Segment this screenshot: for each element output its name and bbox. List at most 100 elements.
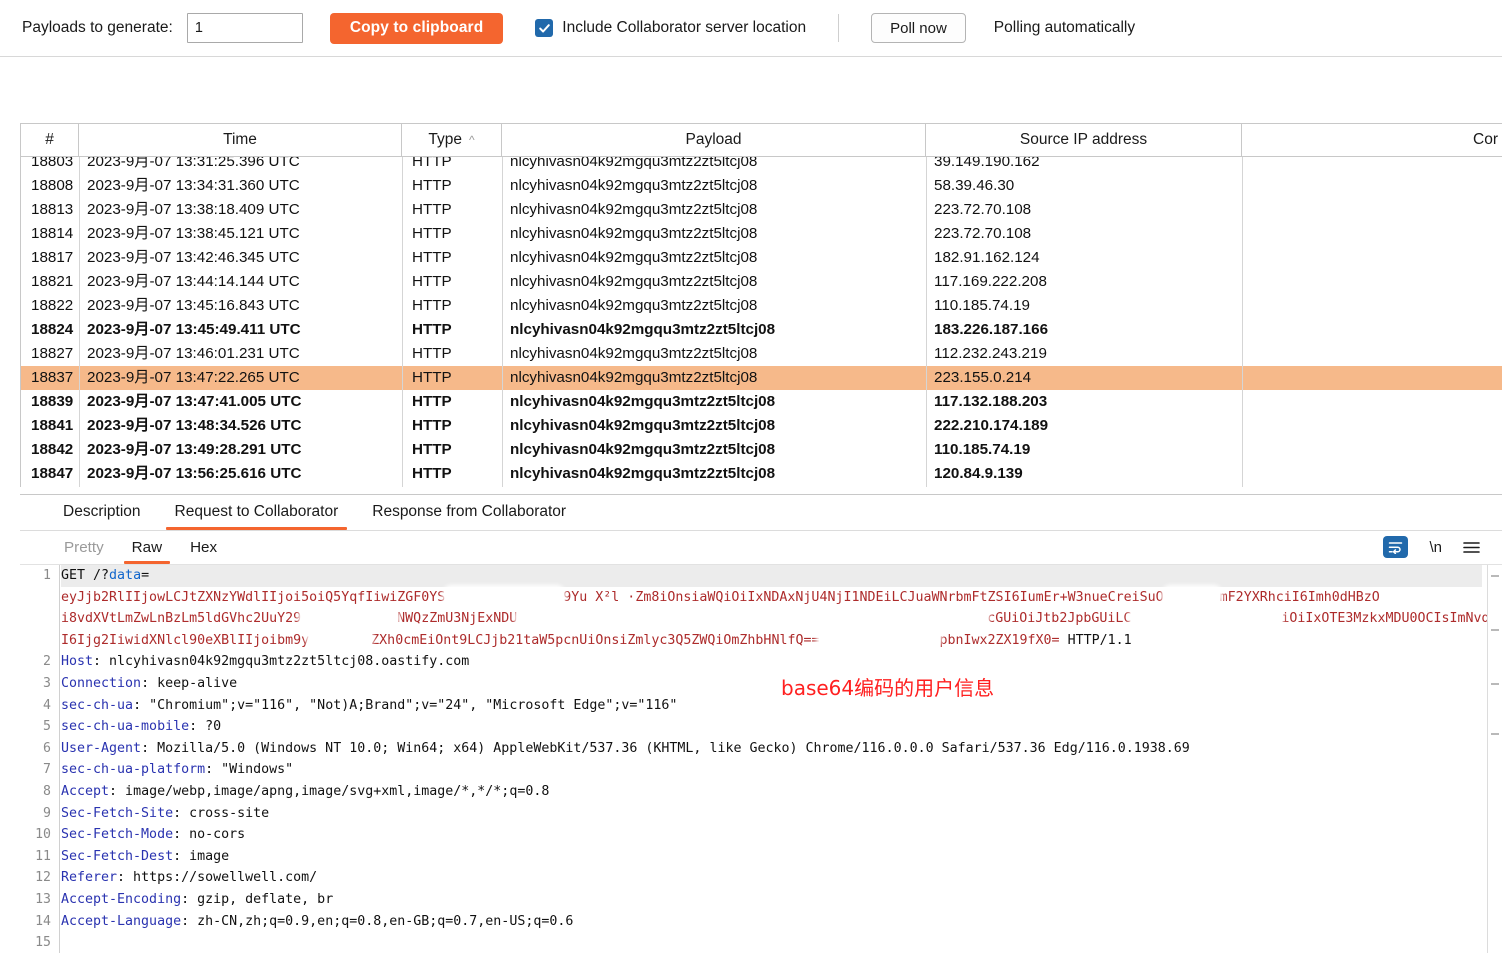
cell-ip: 58.39.46.30 xyxy=(934,177,1015,194)
cell-payload: nlcyhivasn04k92mgqu3mtz2zt5ltcj08 xyxy=(510,177,758,194)
cell-num: 18821 xyxy=(31,273,74,290)
line-number: 13 xyxy=(35,891,51,907)
tab-response-from-collaborator[interactable]: Response from Collaborator xyxy=(355,503,583,530)
cell-time: 2023-9月-07 13:49:28.291 UTC xyxy=(87,441,302,458)
code-text: GET /? xyxy=(61,568,110,583)
cell-time: 2023-9月-07 13:45:49.411 UTC xyxy=(87,321,301,338)
code-text: data xyxy=(109,568,142,583)
line-number: 9 xyxy=(43,805,51,821)
cell-ip: 110.185.74.19 xyxy=(934,441,1031,458)
column-header-payload[interactable]: Payload xyxy=(502,124,926,156)
cell-type: HTTP xyxy=(412,345,452,362)
code-line: Sec-Fetch-Mode: no-cors xyxy=(61,824,1482,846)
cell-type: HTTP xyxy=(412,393,452,410)
code-text: I6Ijg2IiwidXNlcl90eXBlIIjoibm9y xyxy=(61,632,310,648)
table-row[interactable]: 18827 2023-9月-07 13:46:01.231 UTC HTTP nlcy… xyxy=(21,342,1502,366)
table-header-row: # Time Type ^ Payload Source IP address … xyxy=(21,124,1502,157)
header-name: Host xyxy=(61,654,94,670)
table-row[interactable]: 18839 2023-9月-07 13:47:41.005 UTC HTTP nlcy… xyxy=(21,390,1502,414)
code-text: : ?0 xyxy=(189,719,222,735)
cell-type: HTTP xyxy=(412,249,452,266)
table-row[interactable]: 18821 2023-9月-07 13:44:14.144 UTC HTTP nlcy… xyxy=(21,270,1502,294)
cell-type: HTTP xyxy=(412,225,452,242)
table-row[interactable]: 18814 2023-9月-07 13:38:45.121 UTC HTTP nlcy… xyxy=(21,222,1502,246)
column-header-type[interactable]: Type ^ xyxy=(402,124,502,156)
table-row[interactable]: 18808 2023-9月-07 13:34:31.360 UTC HTTP nlcy… xyxy=(21,174,1502,198)
tab-description[interactable]: Description xyxy=(46,503,158,530)
line-number: 5 xyxy=(43,719,51,735)
tab-request-to-collaborator[interactable]: Request to Collaborator xyxy=(158,503,356,530)
column-header-comment[interactable]: Cor xyxy=(1242,124,1502,156)
cell-time: 2023-9月-07 13:56:25.616 UTC xyxy=(87,465,302,482)
table-row[interactable]: 18837 2023-9月-07 13:47:22.265 UTC HTTP nlcy… xyxy=(21,366,1502,390)
line-number: 10 xyxy=(35,827,51,843)
cell-num: 18847 xyxy=(31,465,74,482)
header-name: Sec-Fetch-Site xyxy=(61,805,174,821)
cell-time: 2023-9月-07 13:42:46.345 UTC xyxy=(87,249,300,266)
code-text: : cross-site xyxy=(173,805,270,821)
column-header-index[interactable]: # xyxy=(21,124,79,156)
cell-time: 2023-9月-07 13:38:18.409 UTC xyxy=(87,201,300,218)
table-row[interactable]: 18824 2023-9月-07 13:45:49.411 UTC HTTP nlcy… xyxy=(21,318,1502,342)
code-text: : "Windows" xyxy=(205,762,294,778)
payloads-to-generate-input[interactable] xyxy=(186,13,303,43)
cell-num: 18841 xyxy=(31,417,74,434)
redaction-mask xyxy=(517,609,988,625)
cell-payload: nlcyhivasn04k92mgqu3mtz2zt5ltcj08 xyxy=(510,441,776,458)
copy-to-clipboard-button[interactable]: Copy to clipboard xyxy=(329,12,504,44)
poll-now-button[interactable]: Poll now xyxy=(871,13,966,43)
cell-type: HTTP xyxy=(412,157,452,170)
line-number: 11 xyxy=(35,848,51,864)
table-row[interactable]: 18822 2023-9月-07 13:45:16.843 UTC HTTP nlcy… xyxy=(21,294,1502,318)
line-number: 12 xyxy=(35,870,51,886)
newline-icon[interactable]: \n xyxy=(1429,539,1442,556)
request-content[interactable]: GET /?data= eyJjb2RlIIjowLCJtZXNzYWdlIIjo… xyxy=(61,565,1502,953)
cell-payload: nlcyhivasn04k92mgqu3mtz2zt5ltcj08 xyxy=(510,345,758,362)
cell-payload: nlcyhivasn04k92mgqu3mtz2zt5ltcj08 xyxy=(510,417,776,434)
table-row[interactable]: 18803 2023-9月-07 13:31:25.396 UTC HTTP nlcy… xyxy=(21,157,1502,174)
cell-type: HTTP xyxy=(412,321,452,338)
code-text: ZXh0cmEiOnt9LCJjb21taW5pcnUiOnsiZmlyc3Q5… xyxy=(371,632,820,648)
view-tab-hex[interactable]: Hex xyxy=(176,539,231,564)
header-name: User-Agent xyxy=(61,740,142,756)
include-server-location-checkbox[interactable]: Include Collaborator server location xyxy=(535,19,806,37)
column-header-time[interactable]: Time xyxy=(79,124,402,156)
cell-num: 18813 xyxy=(31,201,74,218)
code-text: : keep-alive xyxy=(141,675,238,691)
view-toolbar: \n xyxy=(1383,536,1480,558)
redaction-mask xyxy=(445,588,564,604)
code-line: Sec-Fetch-Dest: image xyxy=(61,846,1482,868)
view-tab-pretty[interactable]: Pretty xyxy=(50,539,118,564)
table-row[interactable]: 18813 2023-9月-07 13:38:18.409 UTC HTTP nlcy… xyxy=(21,198,1502,222)
table-row[interactable]: 18842 2023-9月-07 13:49:28.291 UTC HTTP nlcy… xyxy=(21,438,1502,462)
line-number xyxy=(20,587,59,609)
column-header-source-ip[interactable]: Source IP address xyxy=(926,124,1242,156)
table-row[interactable]: 18841 2023-9月-07 13:48:34.526 UTC HTTP nlcy… xyxy=(21,414,1502,438)
vertical-scrollbar[interactable] xyxy=(1487,565,1502,953)
redaction-mask xyxy=(1163,588,1220,604)
table-row[interactable]: 18847 2023-9月-07 13:56:25.616 UTC HTTP nlcy… xyxy=(21,462,1502,486)
line-number-gutter: 1 2 3 4 5 6 7 8 9 10 11 12 13 14 15 xyxy=(20,565,60,953)
view-tab-raw[interactable]: Raw xyxy=(118,539,176,564)
table-row[interactable]: 18817 2023-9月-07 13:42:46.345 UTC HTTP nlcy… xyxy=(21,246,1502,270)
cell-time: 2023-9月-07 13:48:34.526 UTC xyxy=(87,417,302,434)
code-line: Connection: keep-alive xyxy=(61,673,1482,695)
header-name: Referer xyxy=(61,870,118,886)
cell-num: 18824 xyxy=(31,321,74,338)
code-line: Accept-Language: zh-CN,zh;q=0.9,en;q=0.8… xyxy=(61,911,1482,933)
code-text: : nlcyhivasn04k92mgqu3mtz2zt5ltcj08.oast… xyxy=(93,654,470,670)
request-viewer[interactable]: 1 2 3 4 5 6 7 8 9 10 11 12 13 14 15 GET /?data= eyJjb2R… xyxy=(20,565,1502,953)
cell-ip: 183.226.187.166 xyxy=(934,321,1049,338)
cell-num: 18814 xyxy=(31,225,74,242)
header-name: Accept xyxy=(61,783,110,799)
cell-time: 2023-9月-07 13:44:14.144 UTC xyxy=(87,273,300,290)
word-wrap-icon[interactable] xyxy=(1383,536,1409,558)
table-body[interactable]: 18803 2023-9月-07 13:31:25.396 UTC HTTP nlcy… xyxy=(21,157,1502,487)
polling-status-label: Polling automatically xyxy=(993,19,1136,36)
cell-payload: nlcyhivasn04k92mgqu3mtz2zt5ltcj08 xyxy=(510,157,758,170)
grid-line xyxy=(502,157,503,487)
code-text: HTTP/1.1 xyxy=(1059,632,1132,648)
menu-icon[interactable] xyxy=(1463,541,1480,554)
code-text: : image xyxy=(173,848,230,864)
